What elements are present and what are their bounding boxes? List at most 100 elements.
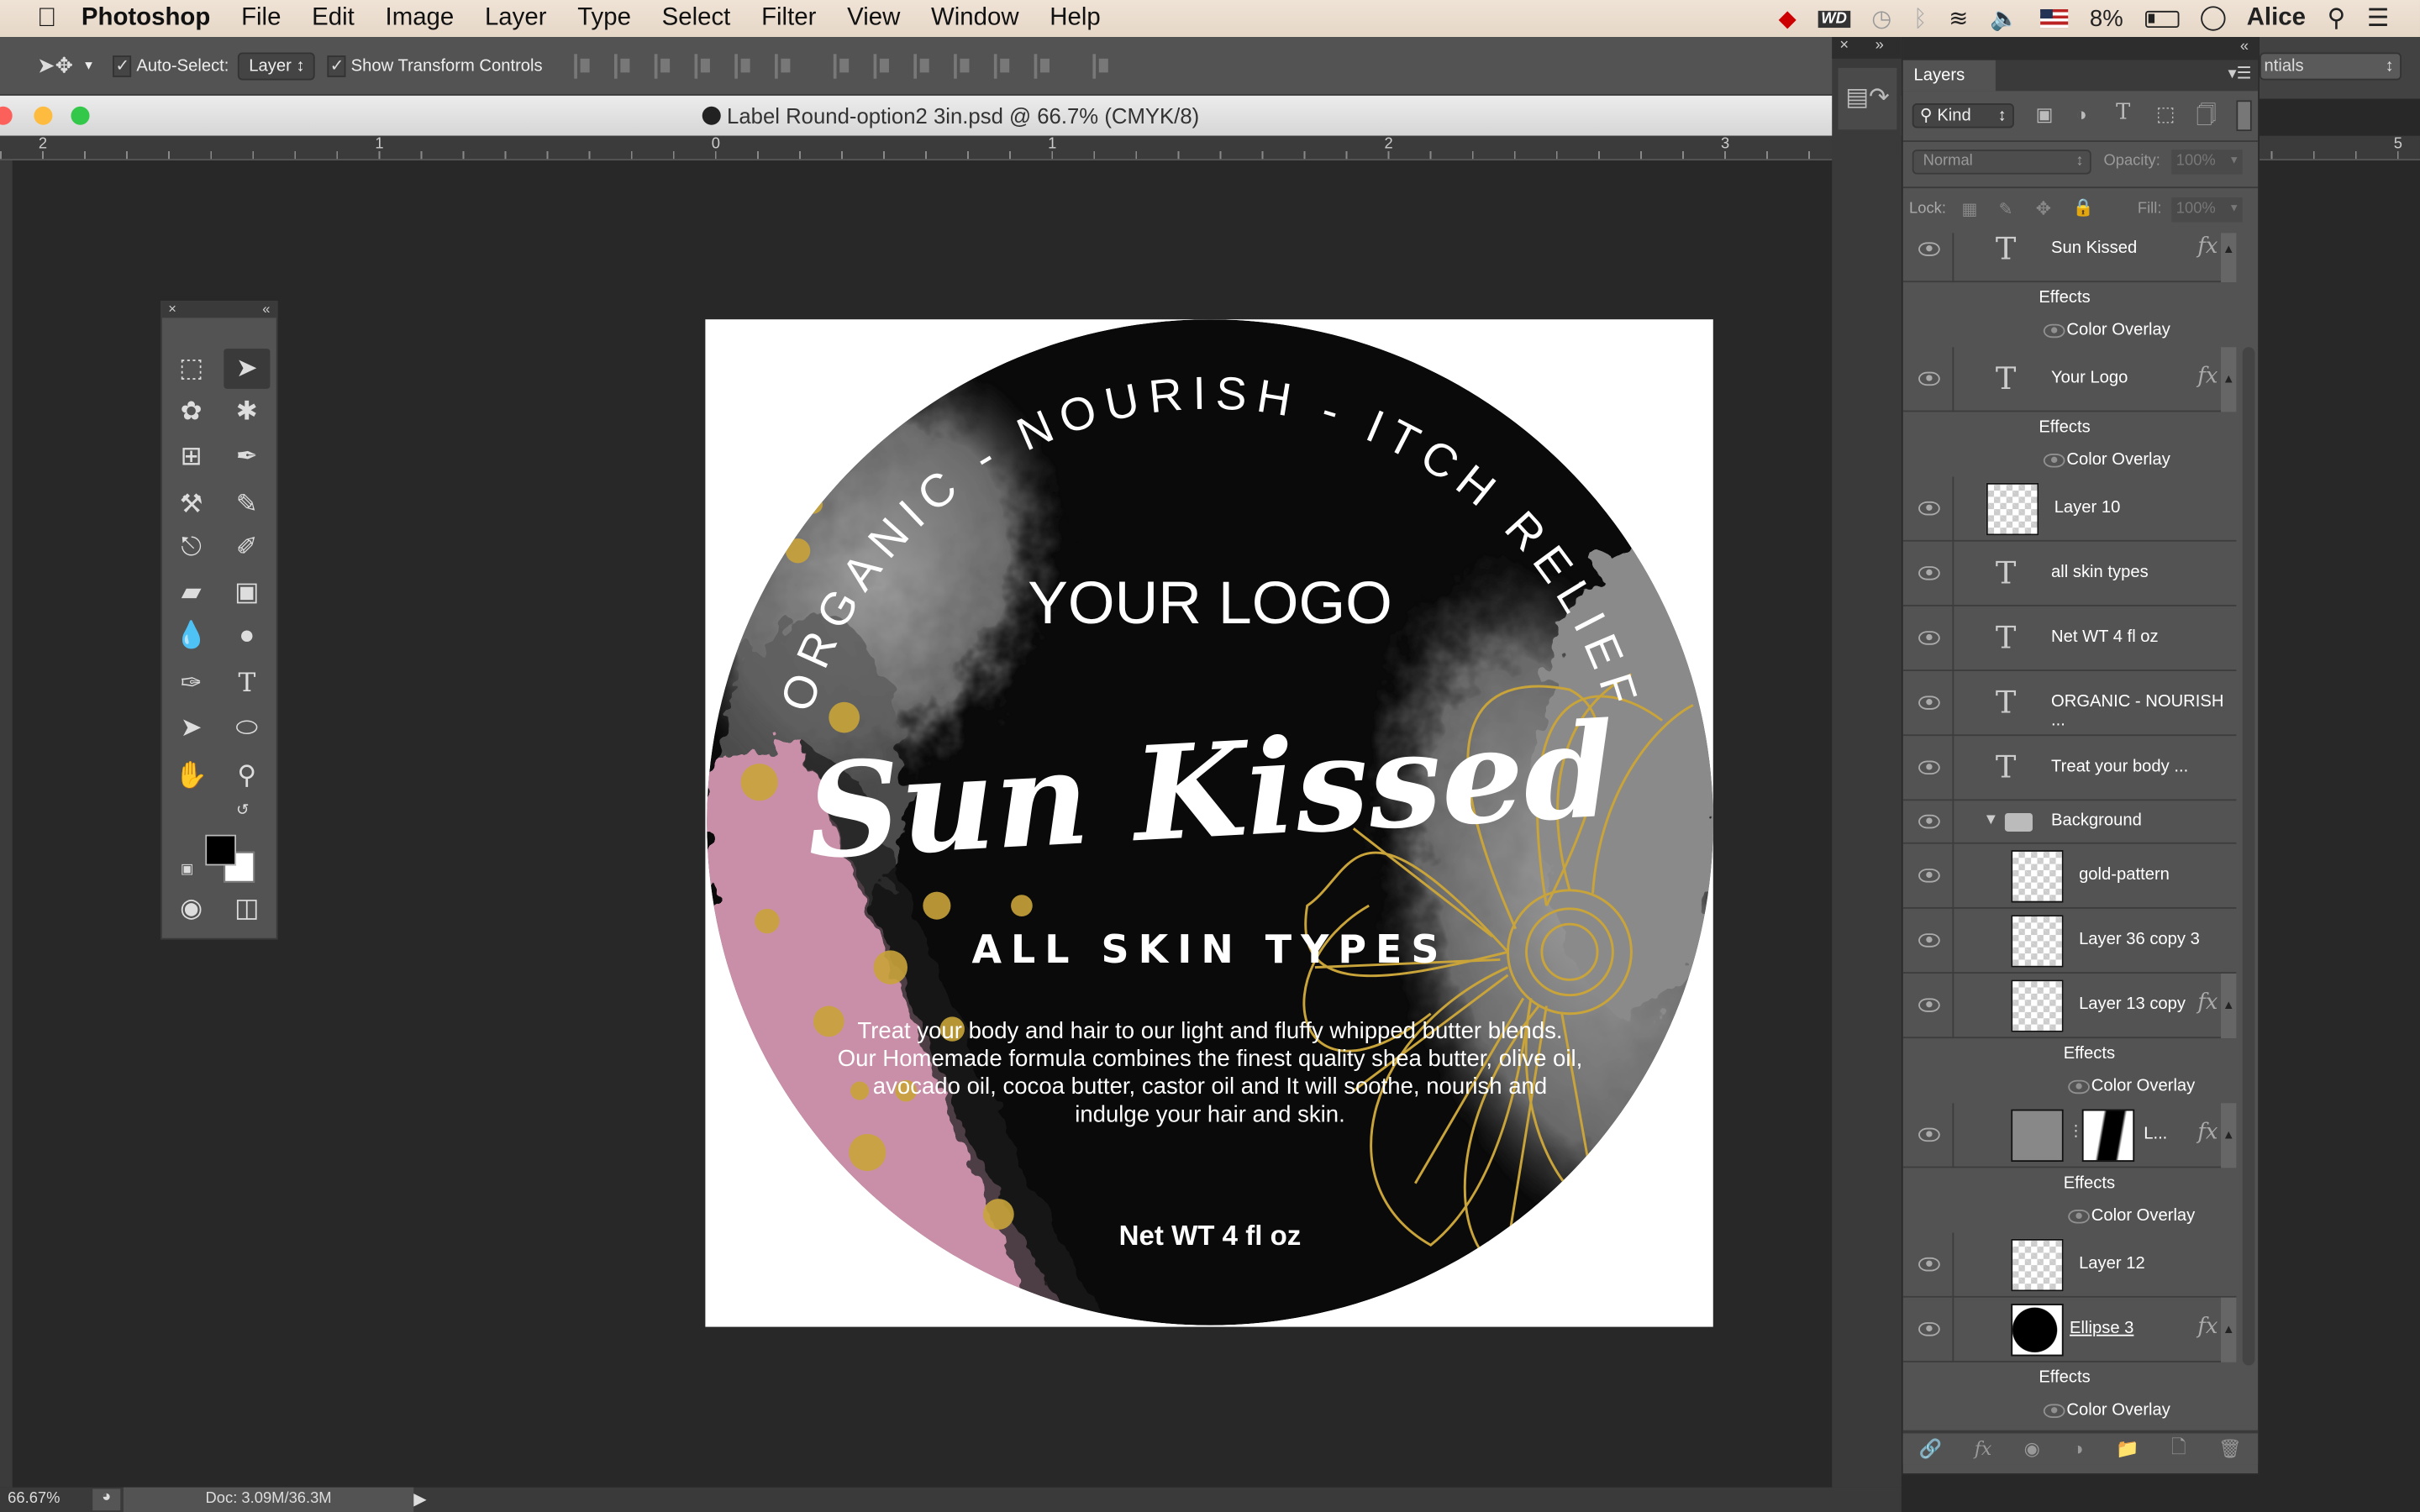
layer-row[interactable]: T Net WT 4 fl oz [1902, 606, 2237, 671]
visibility-eye-icon[interactable] [1918, 998, 1940, 1012]
show-transform-checkbox[interactable]: ✓ [328, 55, 347, 76]
new-adjustment-layer-icon[interactable]: ◑ [2072, 1438, 2083, 1460]
layer-effects-row[interactable]: Effects [1903, 282, 2237, 315]
layer-row[interactable]: T ORGANIC - NOURISH ... [1902, 670, 2237, 737]
filter-shape-icon[interactable]: ⬚ [2156, 102, 2175, 126]
zoom-window-button[interactable] [71, 106, 90, 125]
spotlight-search-icon[interactable]: ⚲ [2328, 3, 2346, 34]
magic-wand-tool-icon[interactable]: ✱ [224, 392, 270, 433]
history-brush-tool-icon[interactable]: ✐ [224, 528, 270, 568]
workspace-dropdown[interactable]: ntials ↕ [2259, 52, 2402, 81]
move-tool-icon[interactable]: ➤ [224, 349, 271, 389]
dropbox-icon[interactable]: ◆ [1779, 5, 1797, 33]
layer-row[interactable]: Ellipse 3 fx ▲ [1902, 1297, 2237, 1362]
menu-file[interactable]: File [241, 5, 281, 33]
visibility-eye-icon[interactable] [1918, 1322, 1940, 1336]
history-panel-icon[interactable]: ▤↷ [1838, 67, 1897, 130]
bluetooth-icon[interactable]: ᛒ [1913, 5, 1928, 31]
hand-tool-icon[interactable]: ✋ [168, 756, 214, 796]
filter-adjustment-icon[interactable]: ◑ [2075, 103, 2086, 125]
volume-icon[interactable]: 🔈 [1990, 5, 2018, 33]
filter-smart-object-icon[interactable]: 🗍 [2196, 102, 2217, 135]
menu-image[interactable]: Image [386, 5, 455, 33]
layer-row[interactable]: ↵⋮L...fx▲ [1902, 1103, 2237, 1168]
add-mask-icon[interactable]: ◉ [2024, 1438, 2040, 1460]
vertical-ruler[interactable] [0, 160, 13, 1488]
distribute-bottom-icon[interactable] [913, 53, 934, 78]
visibility-eye-icon[interactable] [1918, 760, 1940, 775]
visibility-eye-icon[interactable] [1918, 933, 1940, 948]
dodge-tool-icon[interactable]: ● [224, 616, 270, 656]
foreground-color-swatch[interactable] [205, 834, 237, 866]
expand-panels-icon[interactable]: » [1876, 37, 1884, 54]
tab-layers[interactable]: Layers [1902, 60, 1996, 92]
layer-row[interactable]: ▼ Background [1902, 801, 2237, 844]
distribute-right-icon[interactable] [1033, 53, 1055, 78]
document-canvas[interactable]: ORGANIC - NOURISH - ITCH RELIEF YOUR LOG… [705, 319, 1713, 1327]
effect-visibility-eye-icon[interactable] [2043, 1403, 2065, 1418]
filter-kind-dropdown[interactable]: ⚲ Kind ↕ [1912, 103, 2014, 129]
effect-visibility-eye-icon[interactable] [2068, 1079, 2090, 1094]
visibility-eye-icon[interactable] [1918, 814, 1940, 829]
layer-fx-icon[interactable]: fx [2197, 990, 2217, 1015]
effects-toggle-arrow-icon[interactable]: ▲ [2221, 1103, 2237, 1168]
align-bottom-icon[interactable] [653, 53, 676, 78]
layer-mask-thumbnail[interactable] [2081, 1109, 2135, 1163]
align-top-icon[interactable] [573, 53, 595, 78]
minimize-window-button[interactable] [34, 106, 53, 125]
layer-fx-icon[interactable]: fx [2197, 364, 2217, 388]
lock-transparent-icon[interactable]: ▦ [1961, 199, 1977, 219]
blur-tool-icon[interactable]: 💧 [168, 616, 214, 656]
eraser-tool-icon[interactable]: ▰ [168, 572, 214, 612]
layer-row[interactable]: ↵Layer 13 copyfx▲ [1902, 973, 2237, 1039]
effects-toggle-arrow-icon[interactable]: ▲ [2221, 1297, 2237, 1362]
quick-mask-icon[interactable]: ◉ [168, 889, 214, 929]
layer-fx-icon[interactable]: fx [2197, 1315, 2217, 1339]
close-panel-icon[interactable]: × [168, 301, 176, 316]
new-group-icon[interactable]: 📁 [2116, 1438, 2139, 1460]
layer-row[interactable]: T Treat your body ... [1902, 736, 2237, 801]
new-layer-icon[interactable]: 🗋 [2171, 1432, 2186, 1465]
pen-tool-icon[interactable]: ✑ [168, 664, 214, 704]
visibility-eye-icon[interactable] [1918, 242, 1940, 256]
layer-effects-row[interactable]: Effects [1903, 1362, 2237, 1395]
us-flag-icon[interactable] [2040, 9, 2069, 29]
blend-mode-dropdown[interactable]: Normal ↕ [1912, 150, 2091, 175]
close-window-button[interactable] [0, 106, 13, 125]
battery-icon[interactable] [2144, 9, 2179, 28]
add-layer-style-icon[interactable]: fx [1975, 1438, 1992, 1460]
healing-brush-tool-icon[interactable]: ⚒ [168, 485, 214, 525]
close-panels-icon[interactable]: × [1839, 37, 1849, 54]
wd-icon[interactable]: WD [1818, 9, 1850, 28]
notification-list-icon[interactable]: ☰ [2367, 3, 2389, 34]
layer-effects-row[interactable]: Effects [1903, 1168, 2237, 1200]
path-selection-tool-icon[interactable]: ➤ [168, 708, 214, 748]
menu-layer[interactable]: Layer [485, 5, 547, 33]
filter-toggle-switch[interactable] [2236, 100, 2252, 132]
status-share-icon[interactable]: ◕ [92, 1488, 121, 1511]
layer-effect-row[interactable]: Color Overlay [1903, 1394, 2237, 1427]
time-machine-icon[interactable]: ◷ [1871, 5, 1891, 33]
ellipse-tool-icon[interactable]: ⬭ [224, 708, 270, 748]
apple-icon[interactable]:  [37, 3, 56, 34]
status-menu-arrow-icon[interactable]: ▶ [413, 1488, 427, 1509]
lasso-tool-icon[interactable]: ✿ [168, 392, 214, 433]
menu-window[interactable]: Window [931, 5, 1019, 33]
layer-row[interactable]: Tall skin types [1902, 541, 2237, 606]
menu-type[interactable]: Type [577, 5, 631, 33]
fill-field[interactable]: 100% ▼ [2171, 197, 2243, 223]
align-left-icon[interactable] [693, 53, 716, 78]
visibility-eye-icon[interactable] [1918, 501, 1940, 516]
screen-mode-icon[interactable]: ◫ [224, 889, 270, 929]
layers-scrollbar[interactable] [2242, 347, 2255, 1366]
effect-visibility-eye-icon[interactable] [2068, 1209, 2090, 1223]
battery-percent[interactable]: 8% [2090, 5, 2123, 31]
menu-select[interactable]: Select [662, 5, 731, 33]
layer-fx-icon[interactable]: fx [2197, 234, 2217, 259]
tool-preset-dropdown[interactable]: ▼ [82, 59, 95, 73]
swap-colors-icon[interactable]: ↺ [236, 802, 249, 819]
layer-effect-row[interactable]: Color Overlay [1903, 315, 2237, 348]
layer-effects-row[interactable]: Effects [1903, 412, 2237, 444]
layer-fx-icon[interactable]: fx [2197, 1120, 2217, 1144]
effects-toggle-arrow-icon[interactable]: ▲ [2221, 233, 2237, 283]
